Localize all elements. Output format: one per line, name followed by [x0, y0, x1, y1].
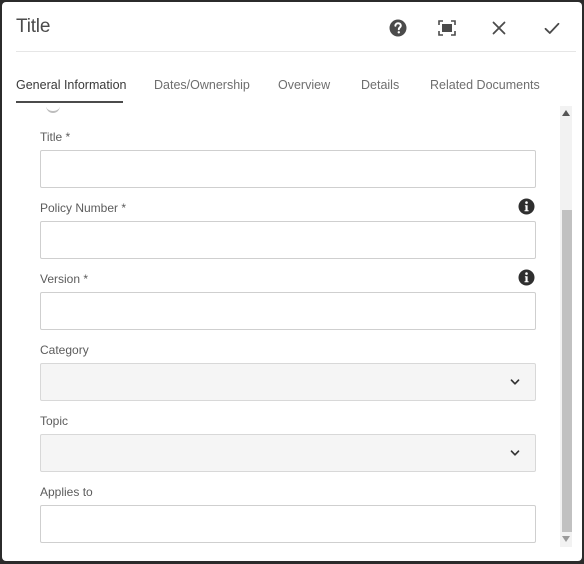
applies-to-label: Applies to [40, 485, 93, 499]
policy-number-input[interactable] [41, 222, 535, 258]
version-input[interactable] [41, 293, 535, 329]
title-input[interactable] [41, 151, 535, 187]
scroll-down-arrow-icon[interactable] [562, 536, 570, 542]
close-icon [492, 21, 506, 35]
category-label: Category [40, 343, 89, 357]
tab-dates-ownership[interactable]: Dates/Ownership [154, 78, 250, 92]
tab-general-information[interactable]: General Information [16, 78, 126, 92]
scroll-up-arrow-icon[interactable] [562, 110, 570, 116]
title-label: Title * [40, 130, 71, 144]
version-field[interactable] [40, 292, 536, 330]
checkmark-icon [544, 22, 560, 34]
dialog-title: Title [16, 16, 51, 37]
info-icon[interactable] [518, 198, 535, 215]
policy-number-label: Policy Number * [40, 201, 127, 215]
active-tab-indicator [16, 101, 123, 103]
fullscreen-icon [438, 20, 456, 36]
vertical-scrollbar[interactable] [560, 106, 572, 547]
title-field[interactable] [40, 150, 536, 188]
tab-bar: General Information Dates/Ownership Over… [2, 52, 582, 107]
applies-to-field[interactable] [40, 505, 536, 543]
dialog-header: Title [2, 2, 582, 52]
tab-details[interactable]: Details [361, 78, 399, 92]
partial-radio-control [46, 107, 60, 113]
info-icon[interactable] [518, 269, 535, 286]
category-select[interactable] [40, 363, 536, 401]
version-label: Version * [40, 272, 89, 286]
policy-number-field[interactable] [40, 221, 536, 259]
done-button[interactable] [538, 14, 566, 42]
topic-label: Topic [40, 414, 69, 428]
dialog: Title General Information Dates/Ownershi… [2, 2, 582, 561]
close-button[interactable] [485, 14, 513, 42]
form-panel: Title * Policy Number * Version * Catego… [2, 107, 558, 547]
applies-to-input[interactable] [41, 506, 535, 542]
chevron-down-icon [510, 379, 520, 385]
tab-overview[interactable]: Overview [278, 78, 330, 92]
help-button[interactable] [384, 14, 412, 42]
topic-select[interactable] [40, 434, 536, 472]
help-icon [389, 19, 407, 37]
fullscreen-button[interactable] [433, 14, 461, 42]
chevron-down-icon [510, 450, 520, 456]
tab-related-documents[interactable]: Related Documents [430, 78, 540, 92]
scrollbar-thumb[interactable] [562, 210, 572, 532]
